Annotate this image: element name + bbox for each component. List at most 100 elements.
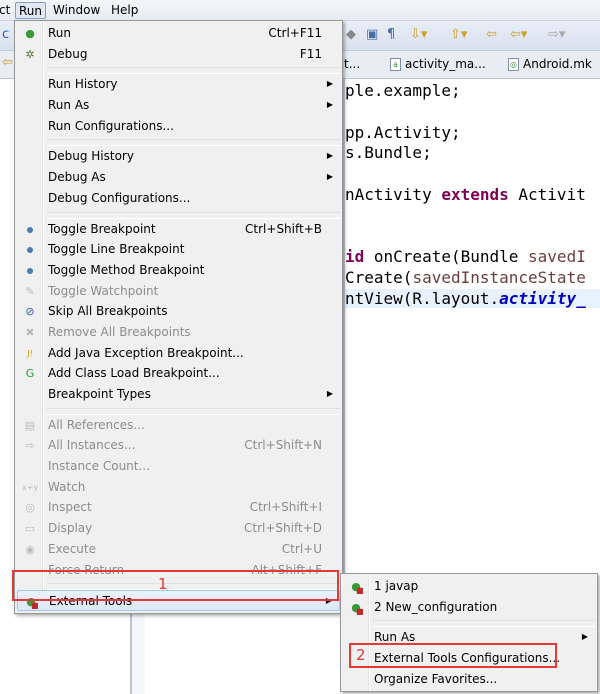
menu-item-label: Remove All Breakpoints [48, 324, 191, 339]
menu-separator [373, 620, 595, 628]
menu-item-toggle-method-breakpoint[interactable]: Toggle Method Breakpoint [17, 260, 340, 281]
watchpoint-icon: ✎ [25, 284, 35, 298]
instances-icon: ⇨ [25, 439, 35, 453]
block-select-icon[interactable]: ▣ [366, 27, 378, 42]
menu-item-execute[interactable]: ◉ Execute Ctrl+U [17, 539, 340, 560]
menu-item-2-new-configuration[interactable]: ● ■ 2 New_configuration [343, 597, 595, 618]
menu-item-label: Breakpoint Types [48, 387, 151, 401]
menu-item-debug[interactable]: ✲ Debug F11 [17, 44, 340, 65]
submenu-arrow-icon: ▶ [326, 100, 333, 110]
menu-item-all-references[interactable]: ▤ All References... [17, 415, 340, 436]
code-token: ple.example; [345, 81, 461, 100]
menu-item-instance-count[interactable]: Instance Count... [17, 456, 340, 477]
package-icon: ⇦ [2, 55, 13, 70]
menu-item-breakpoint-types[interactable]: Breakpoint Types ▶ [17, 384, 340, 405]
menu-item-toggle-breakpoint[interactable]: Toggle Breakpoint Ctrl+Shift+B [17, 219, 340, 240]
menu-item-debug-configurations[interactable]: Debug Configurations... [17, 188, 340, 209]
back-icon[interactable]: ⇦▾ [510, 27, 527, 42]
skip-breakpoints-icon: ⊘ [25, 305, 35, 319]
code-token: s.Bundle; [345, 143, 432, 163]
code-token: savedI [528, 247, 586, 267]
display-icon: ▭ [24, 522, 36, 536]
menu-separator [47, 407, 340, 415]
menu-item-run-history[interactable]: Run History ▶ [17, 74, 340, 95]
menu-item-label: Organize Favorites... [374, 671, 498, 686]
code-line: nActivity extends Activit [345, 185, 586, 204]
code-token: extends [441, 185, 509, 204]
tab-label: Android.mk [523, 57, 592, 71]
highlight-box-2 [349, 643, 557, 668]
xml-file-icon: a [390, 57, 401, 71]
code-token: id [345, 247, 365, 267]
menu-item-label: Inspect [48, 500, 92, 515]
menu-item-1-javap[interactable]: ● ■ 1 javap [343, 576, 595, 597]
run-menu: ● Run Ctrl+F11 ✲ Debug F11 Run History ▶ Run As ▶… [14, 20, 343, 614]
menu-item-add-java-exception-breakpoint[interactable]: J! Add Java Exception Breakpoint... [17, 343, 340, 364]
menu-project[interactable]: ct [0, 2, 13, 19]
menu-item-label: Skip All Breakpoints [48, 304, 168, 319]
prev-annotation-icon[interactable]: ⇧▾ [450, 27, 467, 42]
menu-item-label: Toggle Breakpoint [48, 221, 156, 236]
menu-item-label: 2 New_configuration [374, 599, 498, 614]
menu-item-remove-all-breakpoints[interactable]: ✖ Remove All Breakpoints [17, 322, 340, 343]
tab-label: activity_ma... [405, 57, 486, 71]
submenu-arrow-icon: ▶ [326, 389, 333, 398]
shortcut-label: Ctrl+Shift+B [245, 221, 322, 236]
menu-item-debug-history[interactable]: Debug History ▶ [17, 146, 340, 167]
step-number-2: 2 [356, 646, 366, 664]
shortcut-label: Ctrl+F11 [268, 26, 322, 40]
menu-item-label: Display [48, 521, 93, 536]
menu-item-label: Toggle Line Breakpoint [48, 242, 185, 257]
submenu-arrow-icon: ▶ [326, 151, 333, 161]
menu-item-add-class-load-breakpoint[interactable]: G Add Class Load Breakpoint... [17, 363, 340, 384]
next-annotation-icon[interactable]: ⇩▾ [410, 27, 427, 42]
references-icon: ▤ [24, 418, 36, 432]
menu-item-run[interactable]: ● Run Ctrl+F11 [17, 23, 340, 44]
class-load-icon: G [25, 367, 35, 381]
execute-icon: ◉ [25, 542, 35, 556]
external-tools-icon: ● ■ [351, 600, 364, 616]
menu-item-organize-favorites[interactable]: Organize Favorites... [343, 669, 595, 690]
new-class-icon[interactable]: c [2, 27, 9, 42]
mk-file-icon: ◎ [508, 57, 519, 71]
menu-item-run-as[interactable]: Run As ▶ [17, 95, 340, 116]
menu-item-label: Debug As [48, 170, 106, 185]
menu-item-display[interactable]: ▭ Display Ctrl+Shift+D [17, 518, 340, 539]
menu-item-label: Instance Count... [48, 459, 150, 474]
menu-item-all-instances[interactable]: ⇨ All Instances... Ctrl+Shift+N [17, 435, 340, 456]
menu-item-debug-as[interactable]: Debug As ▶ [17, 167, 340, 188]
menu-bar: ct Run Window Help [0, 0, 600, 21]
inspect-icon: ◎ [25, 501, 35, 515]
forward-icon[interactable]: ⇨▾ [548, 27, 565, 42]
menu-item-toggle-line-breakpoint[interactable]: Toggle Line Breakpoint [17, 239, 340, 260]
last-edit-icon[interactable]: ⇦ [486, 27, 497, 42]
menu-help[interactable]: Help [108, 2, 141, 19]
code-token: pp.Activity; [345, 122, 461, 142]
code-line: s.Bundle; [345, 143, 432, 162]
menu-item-label: Debug Configurations... [48, 190, 191, 205]
shortcut-label: F11 [299, 46, 322, 61]
menu-window[interactable]: Window [50, 2, 103, 19]
menu-separator [47, 139, 340, 147]
menu-item-label: Run As [48, 98, 90, 113]
toolbar-icon[interactable]: ◆ [346, 27, 356, 42]
menu-item-label: Debug History [48, 149, 134, 164]
submenu-arrow-icon: ▶ [326, 172, 333, 182]
menu-item-inspect[interactable]: ◎ Inspect Ctrl+Shift+I [17, 497, 340, 518]
menu-item-run-configurations[interactable]: Run Configurations... [17, 116, 340, 137]
code-line: id onCreate(Bundle savedI [345, 247, 586, 266]
menu-item-skip-all-breakpoints[interactable]: ⊘ Skip All Breakpoints [17, 301, 340, 322]
menu-item-label: Toggle Method Breakpoint [48, 262, 205, 277]
code-token: activity_ [499, 289, 586, 308]
code-token: Create( [345, 268, 413, 288]
code-token: Activit [508, 185, 586, 204]
menu-item-watch[interactable]: x+y Watch [17, 477, 340, 498]
code-token: onCreate(Bundle [364, 247, 529, 267]
menu-item-toggle-watchpoint[interactable]: ✎ Toggle Watchpoint [17, 281, 340, 302]
code-line: ple.example; [345, 81, 461, 100]
show-whitespace-icon[interactable]: ¶ [387, 27, 395, 42]
menu-run[interactable]: Run [15, 2, 47, 19]
tab-android-mk[interactable]: ◎ Android.mk [508, 57, 592, 71]
tab-activity-main[interactable]: a activity_ma... [390, 57, 486, 71]
tab-main-activity[interactable]: t... [344, 57, 360, 71]
